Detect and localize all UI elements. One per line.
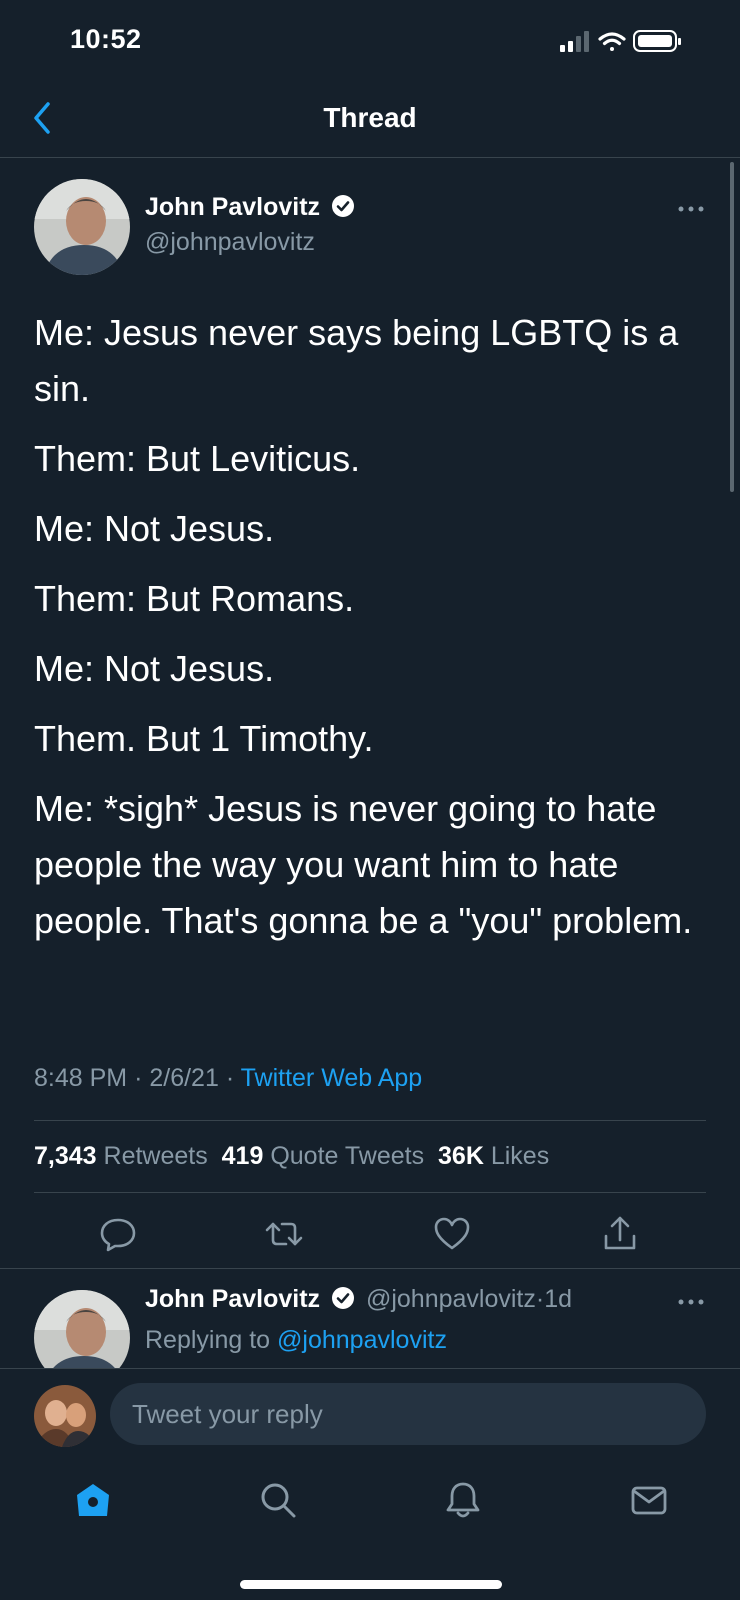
signal-icon: [560, 31, 589, 52]
tweet-line: Me: Not Jesus.: [34, 508, 275, 549]
quotes-stat[interactable]: 419 Quote Tweets: [222, 1142, 424, 1170]
tab-messages-mail-icon[interactable]: [629, 1480, 669, 1520]
divider: [34, 1120, 706, 1121]
tweet-stats: 7,343 Retweets 419 Quote Tweets 36K Like…: [34, 1142, 549, 1171]
tweet-source-link[interactable]: Twitter Web App: [241, 1064, 423, 1092]
status-icons: [560, 30, 681, 52]
home-indicator[interactable]: [240, 1580, 502, 1589]
verified-badge-icon: [332, 1287, 354, 1309]
likes-stat[interactable]: 36K Likes: [438, 1142, 549, 1170]
like-heart-icon[interactable]: [430, 1212, 474, 1256]
tweet-line: Me: Not Jesus.: [34, 648, 275, 689]
tweet-reply-input[interactable]: [110, 1383, 706, 1445]
tweet-line: Them. But 1 Timothy.: [34, 718, 374, 759]
tweet-line: Them: But Romans.: [34, 578, 355, 619]
retweet-icon[interactable]: [262, 1212, 306, 1256]
reply-comment-icon[interactable]: [96, 1212, 140, 1256]
tweet-meta: 8:48 PM · 2/6/21 · Twitter Web App: [34, 1064, 423, 1092]
page-title: Thread: [323, 102, 417, 133]
tweet-date: 2/6/21: [149, 1064, 219, 1092]
retweets-stat[interactable]: 7,343 Retweets: [34, 1142, 208, 1170]
tab-notifications-bell-icon[interactable]: [443, 1480, 483, 1520]
tweet-time: 8:48 PM: [34, 1064, 128, 1092]
more-dots-icon[interactable]: [676, 1295, 706, 1309]
reply-header[interactable]: John Pavlovitz @johnpavlovitz·1d: [145, 1285, 572, 1314]
share-icon[interactable]: [598, 1212, 642, 1256]
header-divider: [0, 157, 740, 158]
current-user-avatar[interactable]: [34, 1385, 96, 1447]
replying-to-handle-link[interactable]: @johnpavlovitz: [277, 1326, 447, 1354]
divider: [34, 1192, 706, 1193]
divider: [0, 1268, 740, 1269]
more-dots-icon[interactable]: [676, 202, 706, 216]
author-handle[interactable]: @johnpavlovitz: [145, 228, 315, 257]
wifi-icon: [598, 32, 626, 51]
author-avatar[interactable]: [34, 179, 130, 275]
tweet-body: Me: Jesus never says being LGBTQ is a si…: [34, 305, 714, 963]
replying-to: Replying to @johnpavlovitz: [145, 1326, 447, 1354]
tab-home-icon[interactable]: [73, 1480, 113, 1520]
scrollbar[interactable]: [730, 162, 734, 492]
tweet-line: Me: Jesus never says being LGBTQ is a si…: [34, 312, 679, 409]
status-time: 10:52: [70, 24, 142, 54]
verified-badge-icon: [332, 195, 354, 217]
battery-icon: [633, 30, 681, 52]
tweet-line: Me: *sigh* Jesus is never going to hate …: [34, 788, 693, 941]
author-name[interactable]: John Pavlovitz: [145, 193, 355, 222]
tweet-line: Them: But Leviticus.: [34, 438, 361, 479]
tab-search-icon[interactable]: [258, 1480, 298, 1520]
